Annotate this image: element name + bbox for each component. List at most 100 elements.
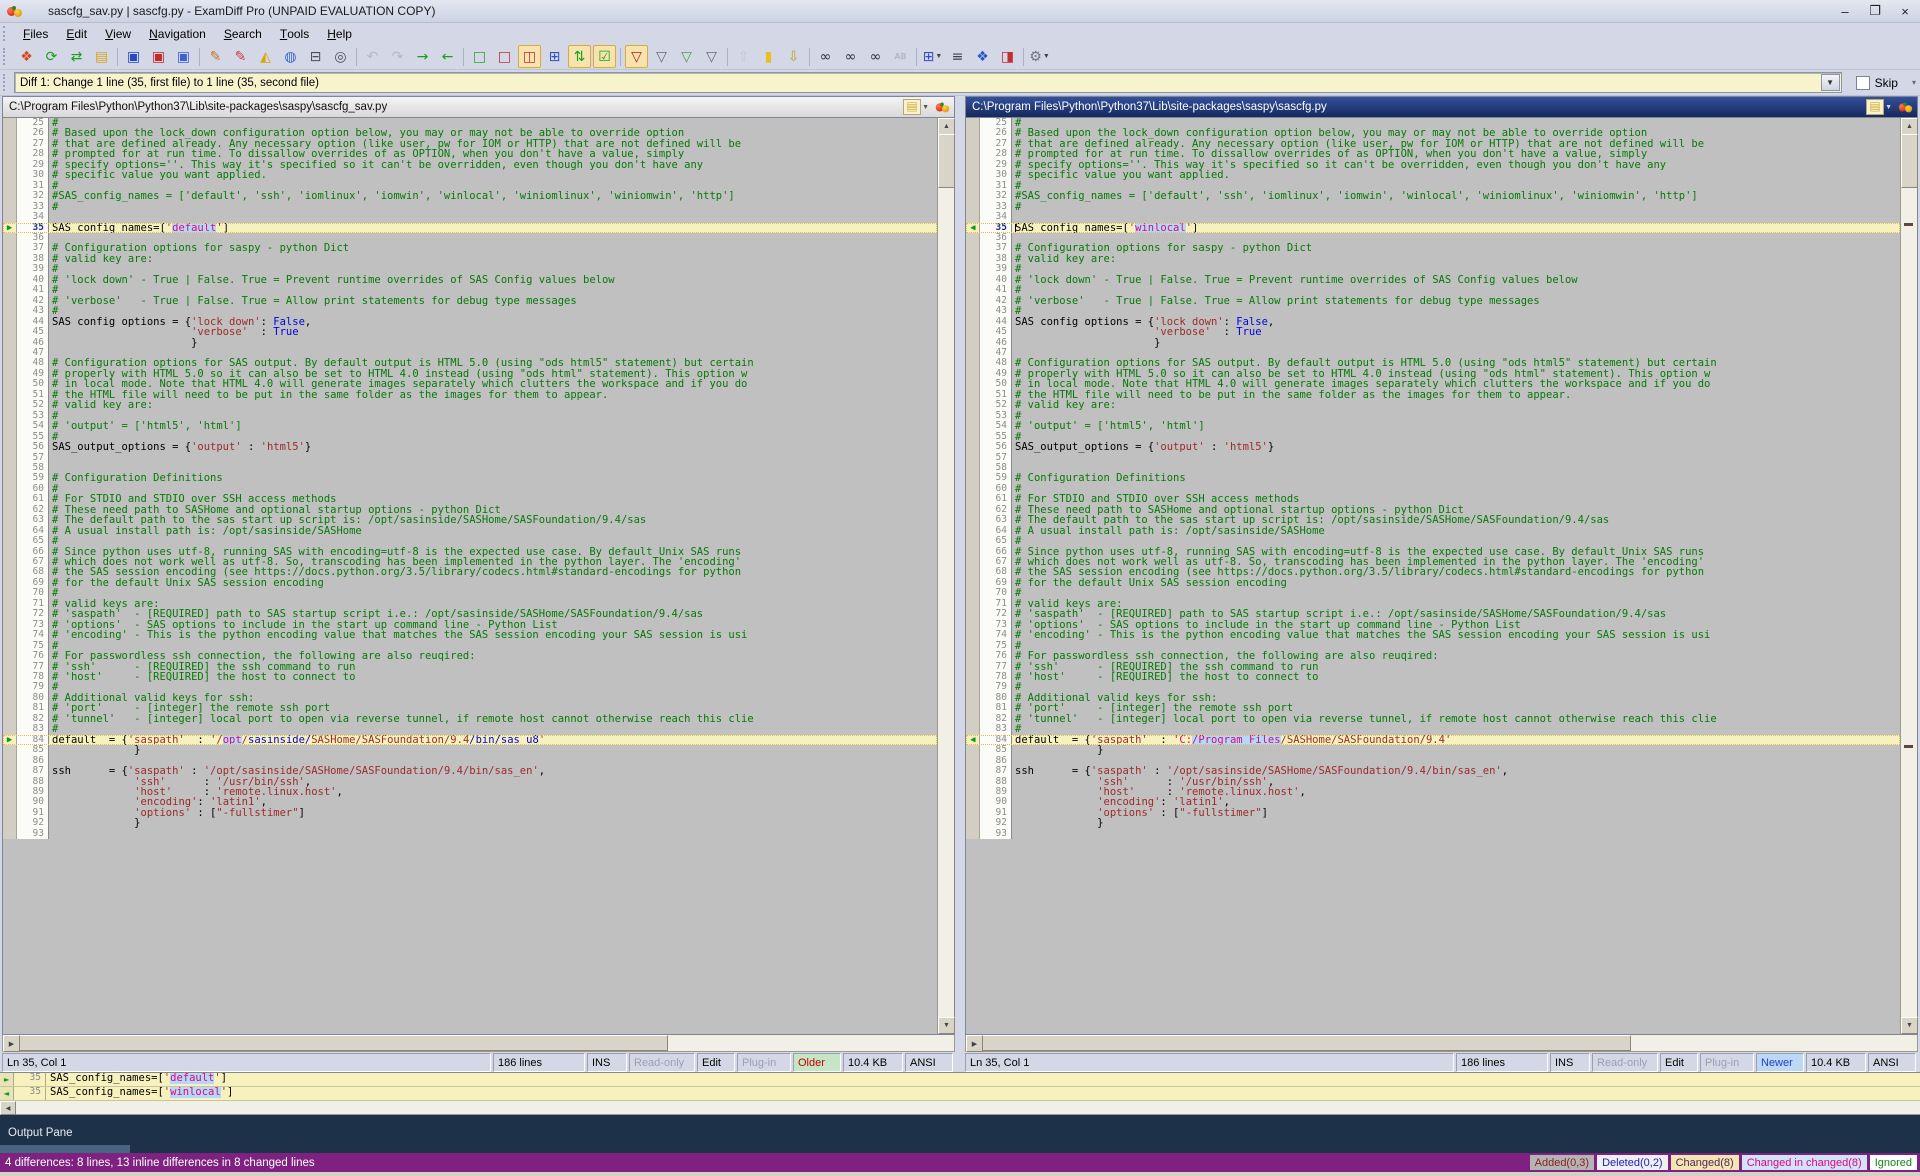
- code-line-82[interactable]: 82# 'tunnel' - [integer] local port to o…: [966, 714, 1900, 724]
- code-line-49[interactable]: 49# properly with HTML 5.0 so it can als…: [966, 369, 1900, 379]
- redo-button[interactable]: ↷: [386, 45, 409, 68]
- code-line-31[interactable]: 31#: [966, 181, 1900, 191]
- code-line-61[interactable]: 61# For STDIO and STDIO over SSH access …: [3, 494, 937, 504]
- code-line-34[interactable]: 34: [966, 212, 1900, 222]
- recompare-button[interactable]: ⟳: [40, 45, 63, 68]
- code-line-74[interactable]: 74# 'encoding' - This is the python enco…: [3, 630, 937, 640]
- code-line-79[interactable]: 79#: [3, 682, 937, 692]
- previous-change-button[interactable]: ⇧: [732, 45, 755, 68]
- code-line-77[interactable]: 77# 'ssh' - [REQUIRED] the ssh command t…: [966, 662, 1900, 672]
- code-line-70[interactable]: 70#: [3, 588, 937, 598]
- code-line-50[interactable]: 50# in local mode. Note that HTML 4.0 wi…: [3, 379, 937, 389]
- code-line-64[interactable]: 64# A usual install path is: /opt/sasins…: [966, 526, 1900, 536]
- first-vscroll-thumb[interactable]: [938, 134, 955, 188]
- code-line-41[interactable]: 41#: [3, 285, 937, 295]
- code-line-72[interactable]: 72# 'saspath' - [REQUIRED] path to SAS s…: [966, 609, 1900, 619]
- code-line-68[interactable]: 68# the SAS session encoding (see https:…: [966, 567, 1900, 577]
- code-line-67[interactable]: 67# which does not work well as utf-8. S…: [3, 557, 937, 567]
- menu-help[interactable]: Help: [318, 23, 361, 44]
- code-line-25[interactable]: 25#: [966, 118, 1900, 128]
- code-line-87[interactable]: 87ssh = {'saspath' : '/opt/sasinside/SAS…: [966, 766, 1900, 776]
- first-file-code[interactable]: 25#26# Based upon the lock_down configur…: [3, 118, 937, 1034]
- code-line-78[interactable]: 78# 'host' - [REQUIRED] the host to conn…: [966, 672, 1900, 682]
- code-line-54[interactable]: 54# 'output' = ['html5', 'html']: [3, 421, 937, 431]
- previous-difference-button[interactable]: ←: [436, 45, 459, 68]
- current-difference-button[interactable]: ▮: [757, 45, 780, 68]
- code-line-71[interactable]: 71# valid keys are:: [3, 599, 937, 609]
- menu-files[interactable]: Files: [14, 23, 57, 44]
- code-line-66[interactable]: 66# Since python uses utf-8, running SAS…: [3, 547, 937, 557]
- code-line-60[interactable]: 60#: [966, 484, 1900, 494]
- code-line-58[interactable]: 58: [3, 463, 937, 473]
- find-in-first-button[interactable]: ∞: [839, 45, 862, 68]
- code-line-57[interactable]: 57: [966, 453, 1900, 463]
- code-line-27[interactable]: 27# that are defined already. Any necess…: [3, 139, 937, 149]
- menu-drag-handle[interactable]: [3, 26, 10, 41]
- code-line-39[interactable]: 39#: [966, 264, 1900, 274]
- scroll-up-icon[interactable]: ▲: [938, 118, 955, 135]
- code-line-76[interactable]: 76# For passwordless ssh connection, the…: [966, 651, 1900, 661]
- code-line-40[interactable]: 40# 'lock_down' - True | False. True = P…: [3, 275, 937, 285]
- view-mode-icon[interactable]: ▤: [903, 99, 921, 115]
- code-line-80[interactable]: 80# Additional valid keys for ssh:: [3, 693, 937, 703]
- filter-changed-button[interactable]: ▽: [700, 45, 723, 68]
- code-line-73[interactable]: 73# 'options' - SAS options to include i…: [3, 620, 937, 630]
- code-line-75[interactable]: 75#: [3, 641, 937, 651]
- code-line-82[interactable]: 82# 'tunnel' - [integer] local port to o…: [3, 714, 937, 724]
- code-line-57[interactable]: 57: [3, 453, 937, 463]
- save-second-as-button[interactable]: ◍: [279, 45, 302, 68]
- swap-files-button[interactable]: ⇄: [65, 45, 88, 68]
- four-pane-view-button[interactable]: ⊞: [543, 45, 566, 68]
- undo-button[interactable]: ↶: [361, 45, 384, 68]
- code-line-48[interactable]: 48# Configuration options for SAS output…: [3, 358, 937, 368]
- code-line-46[interactable]: 46 }: [3, 338, 937, 348]
- menu-navigation[interactable]: Navigation: [140, 23, 215, 44]
- second-file-header[interactable]: C:\Program Files\Python\Python37\Lib\sit…: [965, 96, 1918, 118]
- code-line-51[interactable]: 51# the HTML file will need to be put in…: [966, 390, 1900, 400]
- print-button[interactable]: ⊟: [304, 45, 327, 68]
- first-vertical-scrollbar[interactable]: ▲ ▼: [937, 118, 954, 1034]
- code-line-85[interactable]: 85 }: [3, 745, 937, 755]
- code-line-38[interactable]: 38# valid key are:: [966, 254, 1900, 264]
- code-line-36[interactable]: 36: [3, 233, 937, 243]
- current-diff-combo[interactable]: Diff 1: Change 1 line (35, first file) t…: [14, 72, 1842, 93]
- pane-splitter[interactable]: [955, 96, 965, 1072]
- code-line-84[interactable]: ►84default = {'saspath' : 'C:/Program Fi…: [966, 735, 1900, 745]
- filter-all-diffs-button[interactable]: ▽: [625, 45, 648, 68]
- code-line-84[interactable]: ►84default = {'saspath' : '/opt/sasinsid…: [3, 735, 937, 745]
- code-line-61[interactable]: 61# For STDIO and STDIO over SSH access …: [966, 494, 1900, 504]
- code-line-51[interactable]: 51# the HTML file will need to be put in…: [3, 390, 937, 400]
- second-horizontal-scrollbar[interactable]: ◀ ▶: [965, 1035, 1918, 1052]
- view-mode-icon[interactable]: ▤: [1866, 99, 1884, 115]
- code-line-44[interactable]: 44SAS_config_options = {'lock_down': Fal…: [966, 317, 1900, 327]
- skip-checkbox-box[interactable]: [1856, 76, 1870, 90]
- code-line-47[interactable]: 47: [966, 348, 1900, 358]
- filter-added-button[interactable]: ▽: [650, 45, 673, 68]
- code-line-81[interactable]: 81# 'port' - [integer] the remote ssh po…: [3, 703, 937, 713]
- minimize-button[interactable]: –: [1830, 0, 1860, 22]
- save-first-file-button[interactable]: ▣: [122, 45, 145, 68]
- code-line-92[interactable]: 92 }: [966, 818, 1900, 828]
- auto-recompare-button[interactable]: ☑: [593, 45, 616, 68]
- code-line-34[interactable]: 34: [3, 212, 937, 222]
- code-line-28[interactable]: 28# prompted for at run time. To dissall…: [966, 149, 1900, 159]
- code-line-42[interactable]: 42# 'verbose' - True | False. True = All…: [966, 296, 1900, 306]
- code-line-43[interactable]: 43#: [3, 306, 937, 316]
- output-pane-tab-indicator[interactable]: [0, 1145, 130, 1153]
- output-pane[interactable]: Output Pane: [0, 1115, 1920, 1145]
- code-line-56[interactable]: 56SAS_output_options = {'output' : 'html…: [966, 442, 1900, 452]
- code-line-76[interactable]: 76# For passwordless ssh connection, the…: [3, 651, 937, 661]
- code-line-65[interactable]: 65#: [966, 536, 1900, 546]
- show-first-only-button[interactable]: □: [468, 45, 491, 68]
- match-case-button[interactable]: AB: [889, 45, 912, 68]
- open-files-button[interactable]: ▤: [90, 45, 113, 68]
- code-line-36[interactable]: 36: [966, 233, 1900, 243]
- diff-preview-row[interactable]: ►35SAS_config_names=['winlocal']: [0, 1087, 1920, 1101]
- code-line-52[interactable]: 52# valid key are:: [966, 400, 1900, 410]
- code-line-83[interactable]: 83#: [3, 724, 937, 734]
- code-line-83[interactable]: 83#: [966, 724, 1900, 734]
- code-line-45[interactable]: 45 'verbose' : True: [966, 327, 1900, 337]
- code-line-88[interactable]: 88 'ssh' : '/usr/bin/ssh',: [3, 777, 937, 787]
- synchronize-scrolling-button[interactable]: ⇅: [568, 45, 591, 68]
- diff-combo-dropdown-icon[interactable]: ▼: [1821, 74, 1840, 91]
